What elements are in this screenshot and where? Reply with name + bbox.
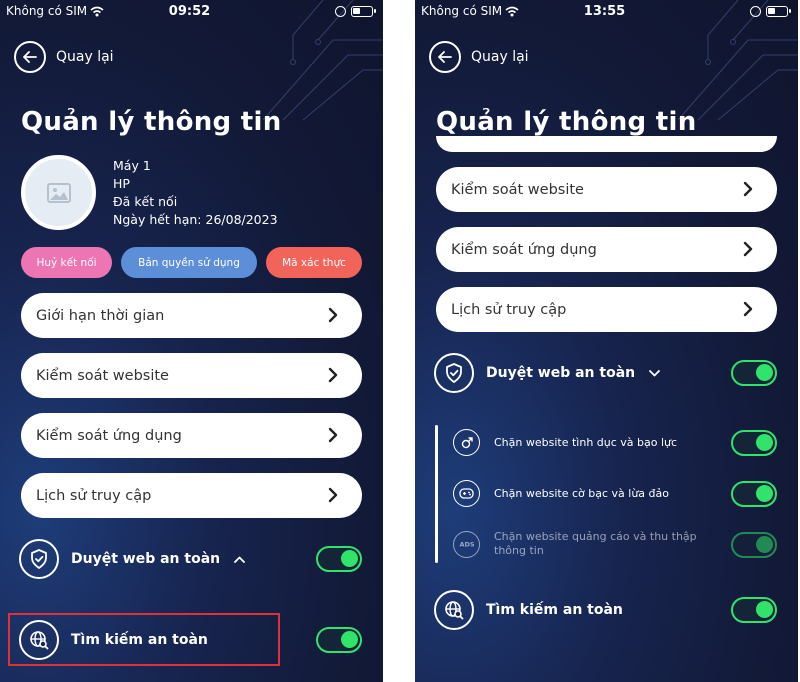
back-arrow-icon [14, 41, 46, 73]
menu-item-access-history[interactable]: Lịch sử truy cập [436, 287, 777, 332]
disconnect-button[interactable]: Huỷ kết nối [21, 247, 112, 278]
menu-item-time-limit[interactable]: Giới hạn thời gian [21, 293, 362, 338]
battery-icon [351, 6, 376, 17]
block-adult-violence-row[interactable]: Chặn website tình dục và bạo lực [453, 429, 677, 456]
rotation-lock-icon [335, 6, 346, 17]
chevron-down-icon[interactable] [649, 369, 661, 377]
wifi-icon [90, 6, 104, 17]
safe-browsing-row[interactable]: Duyệt web an toàn [19, 539, 246, 579]
block-ads-tracking-row[interactable]: ADS Chặn website quảng cáo và thu thập t… [453, 530, 724, 558]
image-placeholder-icon [46, 182, 71, 203]
safe-browsing-toggle[interactable] [731, 360, 777, 386]
svg-text:ADS: ADS [459, 541, 474, 549]
device-model: HP [113, 176, 130, 191]
safe-search-toggle[interactable] [316, 627, 362, 653]
carrier-text: Không có SIM [6, 4, 104, 18]
back-button[interactable]: Quay lại [14, 41, 114, 73]
menu-item-app-control[interactable]: Kiểm soát ứng dụng [436, 227, 777, 272]
back-arrow-icon [429, 41, 461, 73]
auth-code-button[interactable]: Mã xác thực [266, 247, 362, 278]
safe-search-toggle[interactable] [731, 597, 777, 623]
chevron-right-icon [743, 301, 753, 317]
highlight-annotation-box [8, 613, 280, 666]
scrolled-card-edge [436, 136, 777, 152]
license-button[interactable]: Bản quyền sử dụng [121, 247, 257, 278]
carrier-text: Không có SIM [421, 4, 519, 18]
device-name: Máy 1 [113, 158, 151, 173]
safe-search-row[interactable]: Tìm kiếm an toàn [434, 590, 623, 630]
menu-item-website-control[interactable]: Kiểm soát website [21, 353, 362, 398]
block-gambling-fraud-toggle[interactable] [731, 481, 777, 507]
chevron-right-icon [328, 427, 338, 443]
chevron-up-icon[interactable] [234, 556, 246, 563]
gamepad-icon [453, 480, 480, 507]
menu-item-label: Kiểm soát ứng dụng [36, 427, 182, 444]
block-gambling-fraud-label: Chặn website cờ bạc và lừa đảo [494, 486, 669, 500]
device-info: Máy 1 HP Đã kết nối Ngày hết hạn: 26/08/… [113, 157, 278, 229]
submenu-divider-line [435, 425, 438, 563]
rotation-lock-icon [750, 6, 761, 17]
back-label: Quay lại [471, 49, 529, 65]
ads-icon: ADS [453, 530, 480, 558]
safe-browsing-row[interactable]: Duyệt web an toàn [434, 353, 661, 393]
chevron-right-icon [328, 367, 338, 383]
menu-item-website-control[interactable]: Kiểm soát website [436, 167, 777, 212]
menu-item-label: Kiểm soát website [451, 181, 584, 198]
status-bar: Không có SIM 09:52 [6, 4, 376, 20]
block-adult-violence-label: Chặn website tình dục và bạo lực [494, 435, 678, 449]
phone-screen-left: Không có SIM 09:52 Quay lại Quản lý thôn… [0, 0, 383, 682]
chevron-right-icon [743, 241, 753, 257]
menu-item-label: Giới hạn thời gian [36, 307, 165, 324]
gender-icon [453, 429, 480, 456]
back-label: Quay lại [56, 49, 114, 65]
menu-item-label: Kiểm soát ứng dụng [451, 241, 597, 258]
status-bar: Không có SIM 13:55 [421, 4, 791, 20]
menu-item-app-control[interactable]: Kiểm soát ứng dụng [21, 413, 362, 458]
chevron-right-icon [743, 181, 753, 197]
chevron-right-icon [328, 487, 338, 503]
block-ads-tracking-toggle[interactable] [731, 532, 777, 558]
back-button[interactable]: Quay lại [429, 41, 529, 73]
safe-search-label: Tìm kiếm an toàn [486, 602, 623, 618]
device-avatar [21, 155, 96, 230]
block-adult-violence-toggle[interactable] [731, 430, 777, 456]
block-ads-tracking-label: Chặn website quảng cáo và thu thập thông… [494, 530, 697, 557]
safe-browsing-label: Duyệt web an toàn [486, 365, 636, 381]
device-status: Đã kết nối [113, 194, 178, 209]
page-title: Quản lý thông tin [436, 107, 697, 137]
wifi-icon [505, 6, 519, 17]
chevron-right-icon [328, 307, 338, 323]
menu-item-label: Lịch sử truy cập [451, 301, 567, 318]
block-gambling-fraud-row[interactable]: Chặn website cờ bạc và lừa đảo [453, 480, 669, 507]
menu-item-label: Lịch sử truy cập [36, 487, 152, 504]
menu-item-access-history[interactable]: Lịch sử truy cập [21, 473, 362, 518]
safe-browsing-label: Duyệt web an toàn [71, 551, 221, 567]
page-title: Quản lý thông tin [21, 107, 282, 137]
shield-check-icon [19, 539, 59, 579]
device-expiry: Ngày hết hạn: 26/08/2023 [113, 212, 278, 227]
menu-item-label: Kiểm soát website [36, 367, 169, 384]
phone-screen-right: Không có SIM 13:55 Quay lại Quản lý thôn… [415, 0, 798, 682]
shield-check-icon [434, 353, 474, 393]
safe-browsing-toggle[interactable] [316, 546, 362, 572]
battery-icon [766, 6, 791, 17]
globe-search-icon [434, 590, 474, 630]
